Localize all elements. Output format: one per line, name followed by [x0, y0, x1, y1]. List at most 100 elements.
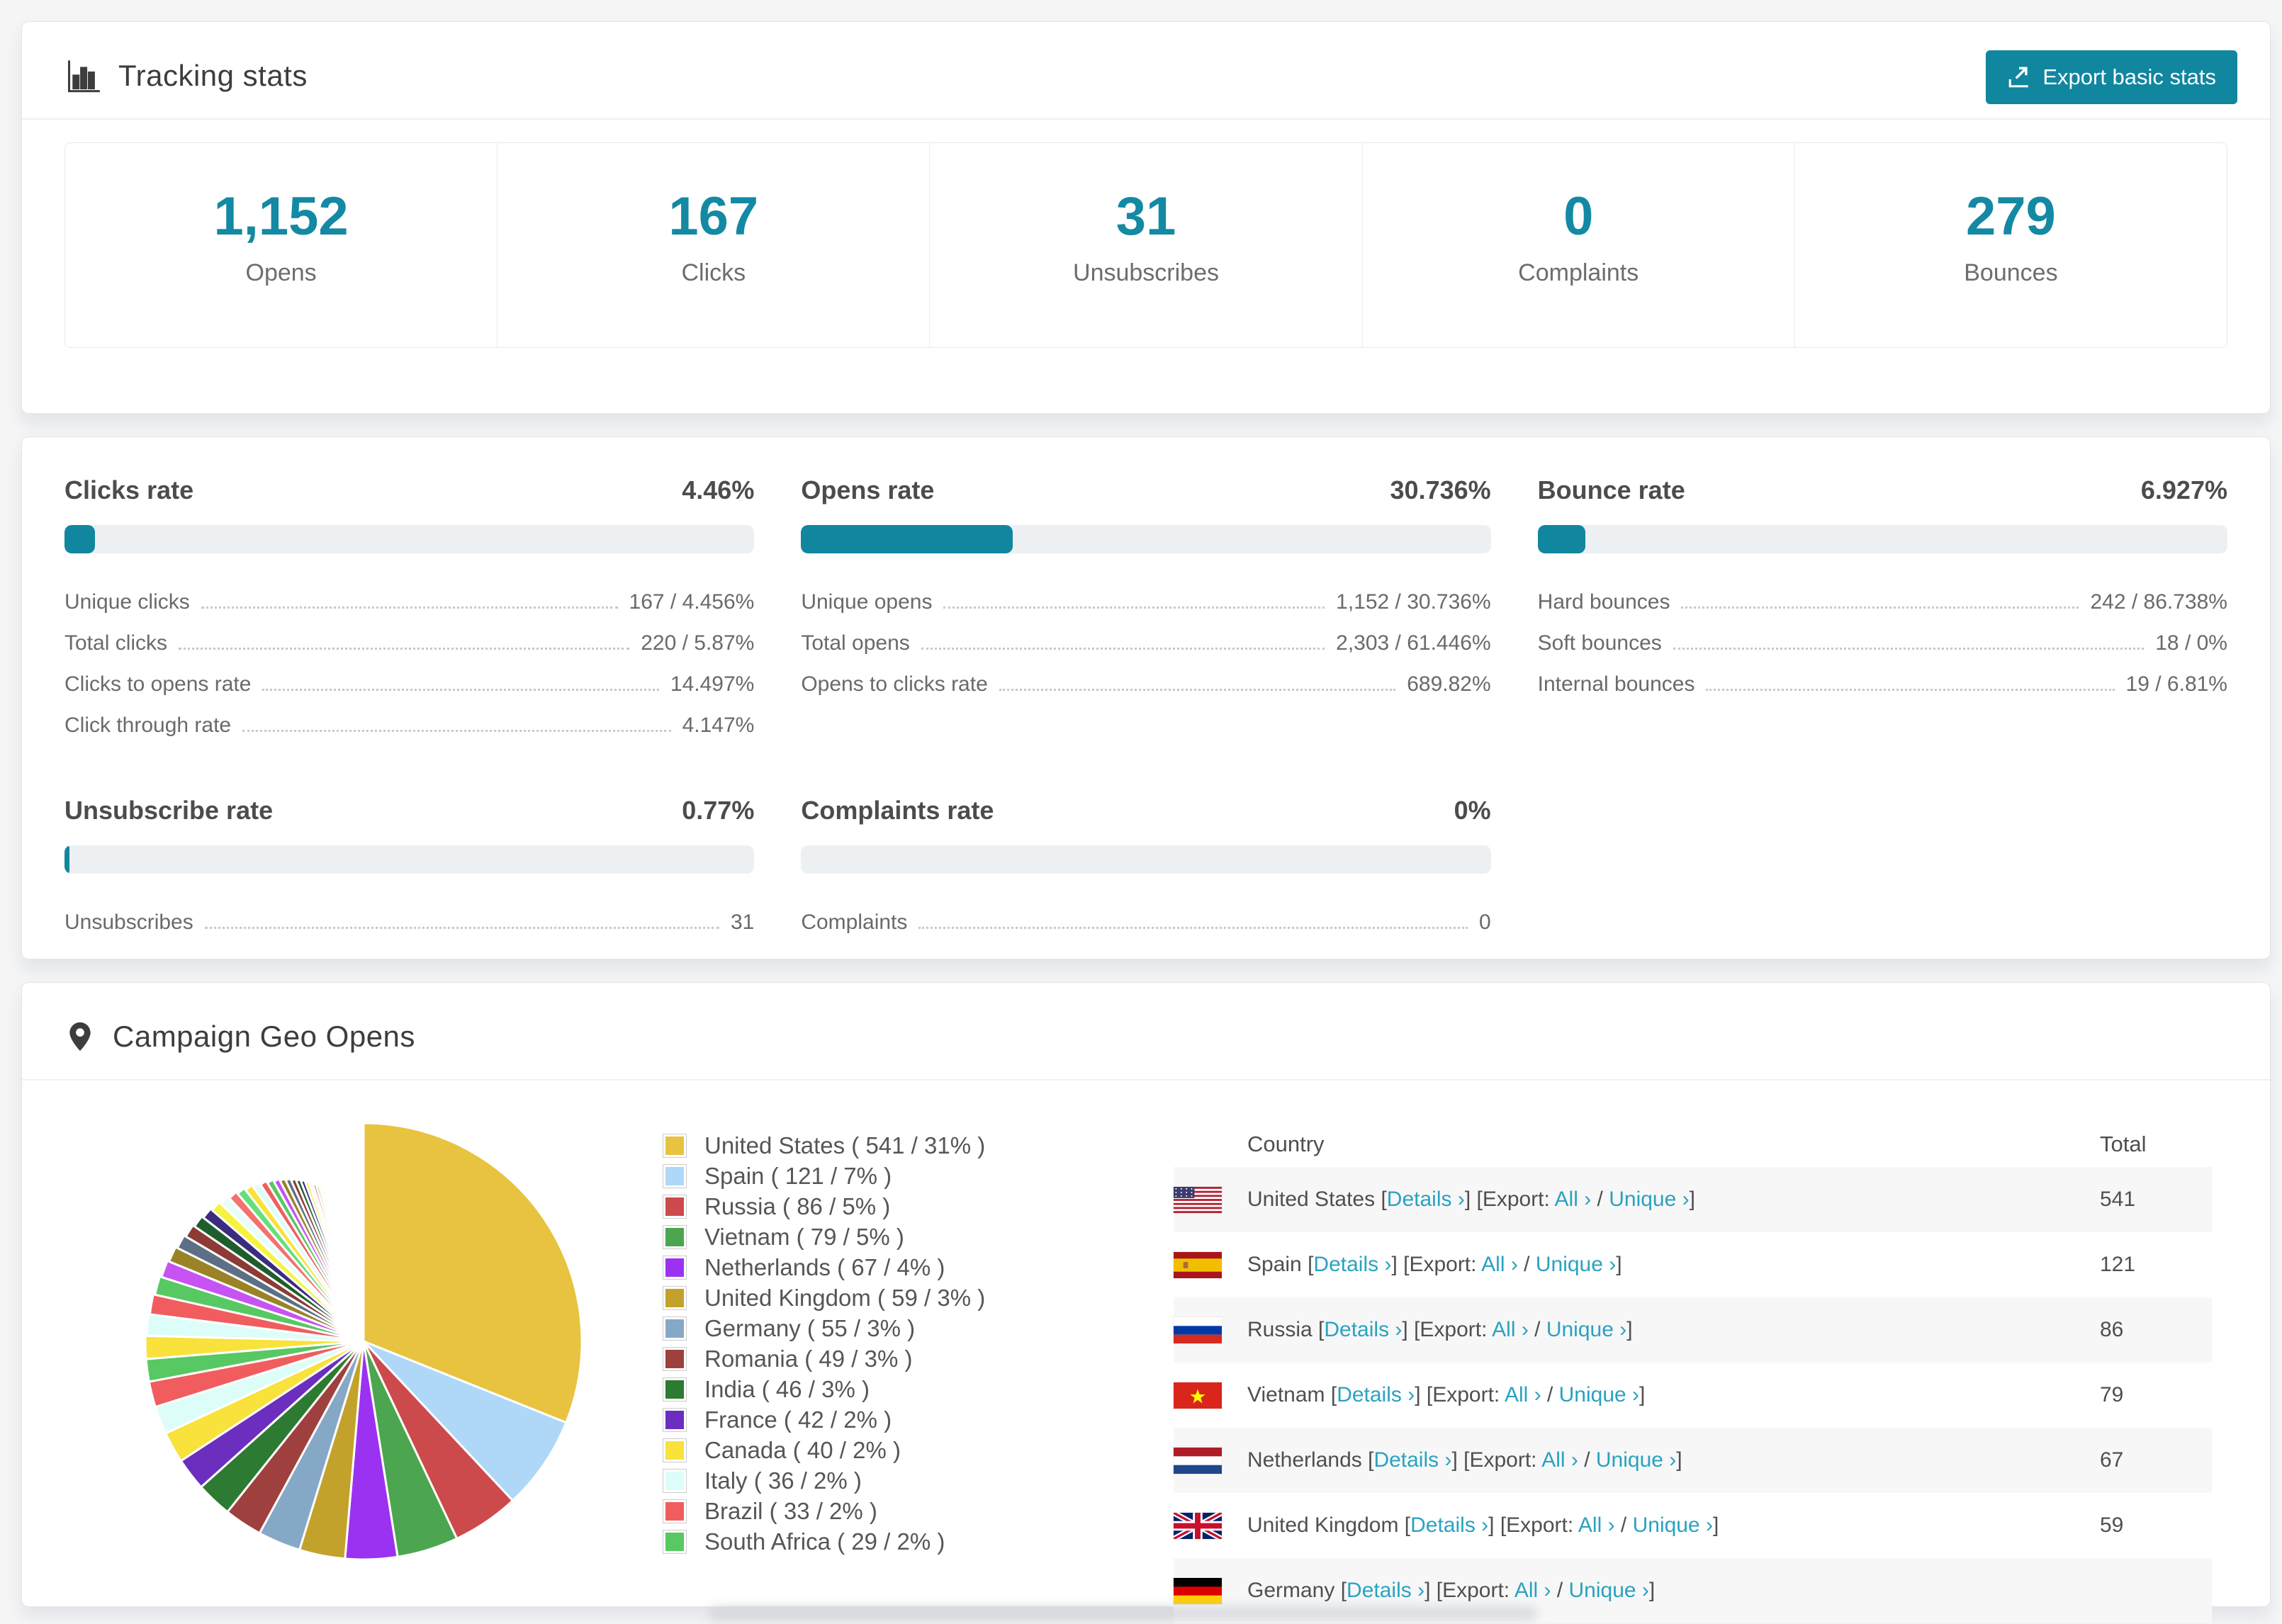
export-unique-link[interactable]: Unique › [1536, 1253, 1616, 1276]
rate-row-label: Internal bounces [1537, 672, 1695, 696]
rate-progress-bar [801, 525, 1491, 553]
legend-item[interactable]: Brazil ( 33 / 2% ) [663, 1496, 985, 1526]
details-link[interactable]: Details › [1324, 1318, 1402, 1341]
export-all-link[interactable]: All › [1505, 1383, 1541, 1406]
legend-swatch [663, 1499, 687, 1523]
page-title: Tracking stats [118, 59, 308, 92]
total-cell: 541 [2100, 1188, 2136, 1211]
legend-item[interactable]: South Africa ( 29 / 2% ) [663, 1526, 985, 1557]
rate-value: 0% [1454, 796, 1491, 825]
legend-item[interactable]: India ( 46 / 3% ) [663, 1374, 985, 1404]
country-name: Spain [Details ›] [Export: All › / Uniqu… [1247, 1253, 1622, 1276]
flag-vn [1174, 1382, 1222, 1409]
legend-label: Italy ( 36 / 2% ) [704, 1467, 862, 1494]
legend-swatch [663, 1163, 687, 1188]
country-cell: Spain [Details ›] [Export: All › / Uniqu… [1174, 1251, 2100, 1278]
export-all-link[interactable]: All › [1514, 1579, 1551, 1602]
rate-row: Unique clicks 167 / 4.456% [64, 576, 754, 617]
total-cell: 59 [2100, 1513, 2124, 1537]
tracking-stats-header: Tracking stats Export basic stats [22, 22, 2270, 120]
legend-label: Romania ( 49 / 3% ) [704, 1345, 913, 1372]
rate-row-value: 1,152 / 30.736% [1336, 590, 1491, 614]
summary-label: Clicks [681, 259, 746, 286]
legend-item[interactable]: United States ( 541 / 31% ) [663, 1130, 985, 1161]
export-unique-link[interactable]: Unique › [1546, 1318, 1626, 1341]
rate-row-label: Unique clicks [64, 590, 190, 614]
rate-row-label: Clicks to opens rate [64, 672, 252, 696]
rate-progress-bar [64, 845, 755, 874]
rate-progress-bar [801, 845, 1491, 874]
summary-value: 1,152 [213, 186, 349, 247]
dotted-leader [918, 927, 1468, 929]
export-unique-link[interactable]: Unique › [1596, 1448, 1676, 1472]
column-header-total: Total [2100, 1132, 2147, 1156]
legend-label: Brazil ( 33 / 2% ) [704, 1497, 877, 1524]
legend-item[interactable]: Spain ( 121 / 7% ) [663, 1161, 985, 1191]
export-unique-link[interactable]: Unique › [1559, 1383, 1639, 1406]
flag-gb [1174, 1512, 1222, 1539]
rate-row-label: Complaints [801, 910, 908, 934]
rates-grid: Clicks rate 4.46% Unique clicks 167 / 4.456… [22, 437, 2270, 980]
details-link[interactable]: Details › [1337, 1383, 1415, 1406]
rate-value: 0.77% [682, 796, 755, 825]
legend-item[interactable]: Romania ( 49 / 3% ) [663, 1343, 985, 1374]
rate-block-unsubscribe-rate: Unsubscribe rate 0.77% Unsubscribes 31 [64, 796, 755, 937]
country-cell: Vietnam [Details ›] [Export: All › / Uni… [1174, 1382, 2100, 1409]
legend-label: Germany ( 55 / 3% ) [704, 1314, 916, 1341]
rate-progress-fill [64, 845, 70, 874]
dotted-leader [921, 648, 1325, 650]
rate-head: Bounce rate 6.927% [1538, 475, 2227, 505]
rate-rows: Complaints 0 [801, 896, 1490, 937]
details-link[interactable]: Details › [1410, 1513, 1488, 1537]
rate-head: Clicks rate 4.46% [64, 475, 754, 505]
legend-label: Russia ( 86 / 5% ) [704, 1192, 891, 1219]
rate-title: Complaints rate [801, 796, 994, 825]
legend-item[interactable]: Canada ( 40 / 2% ) [663, 1435, 985, 1465]
rate-rows: Unique clicks 167 / 4.456% Total clicks 220… [64, 576, 754, 740]
legend-swatch [663, 1316, 687, 1341]
map-pin-icon [69, 1022, 91, 1051]
rate-value: 6.927% [2140, 475, 2227, 504]
rate-row: Unique opens 1,152 / 30.736% [801, 576, 1490, 617]
summary-cell-opens: 1,152 Opens [65, 143, 498, 347]
export-basic-stats-button[interactable]: Export basic stats [1986, 50, 2237, 104]
dotted-leader [1673, 648, 2145, 650]
table-row: United States [Details ›] [Export: All ›… [1174, 1167, 2212, 1232]
legend-item[interactable]: Russia ( 86 / 5% ) [663, 1191, 985, 1222]
rate-head: Unsubscribe rate 0.77% [64, 796, 754, 825]
legend-item[interactable]: United Kingdom ( 59 / 3% ) [663, 1282, 985, 1313]
legend-item[interactable]: Netherlands ( 67 / 4% ) [663, 1252, 985, 1282]
details-link[interactable]: Details › [1313, 1253, 1391, 1276]
details-link[interactable]: Details › [1347, 1579, 1424, 1602]
legend-item[interactable]: Germany ( 55 / 3% ) [663, 1313, 985, 1343]
export-all-link[interactable]: All › [1578, 1513, 1615, 1537]
country-name: United States [Details ›] [Export: All ›… [1247, 1188, 1695, 1211]
rate-head: Complaints rate 0% [801, 796, 1490, 825]
dotted-leader [943, 607, 1325, 609]
dotted-leader [201, 607, 618, 609]
horizontal-scrollbar[interactable] [709, 1606, 1538, 1621]
legend-item[interactable]: France ( 42 / 2% ) [663, 1404, 985, 1435]
legend-item[interactable]: Vietnam ( 79 / 5% ) [663, 1222, 985, 1252]
legend-label: South Africa ( 29 / 2% ) [704, 1528, 945, 1555]
rate-row: Complaints 0 [801, 896, 1490, 937]
dotted-leader [179, 648, 630, 650]
export-all-link[interactable]: All › [1481, 1253, 1518, 1276]
export-unique-link[interactable]: Unique › [1609, 1188, 1689, 1211]
legend-item[interactable]: Italy ( 36 / 2% ) [663, 1465, 985, 1496]
rate-row-label: Hard bounces [1537, 590, 1670, 614]
export-unique-link[interactable]: Unique › [1633, 1513, 1713, 1537]
rate-block-bounce-rate: Bounce rate 6.927% Hard bounces 242 / 86.73… [1537, 475, 2227, 740]
summary-cell-unsubscribes: 31 Unsubscribes [930, 143, 1363, 347]
export-all-link[interactable]: All › [1492, 1318, 1529, 1341]
details-link[interactable]: Details › [1387, 1188, 1465, 1211]
export-unique-link[interactable]: Unique › [1569, 1579, 1649, 1602]
rate-block-opens-rate: Opens rate 30.736% Unique opens 1,152 / 30.… [801, 475, 1491, 740]
bar-chart-icon [67, 60, 100, 93]
rate-row: Total opens 2,303 / 61.446% [801, 617, 1490, 658]
details-link[interactable]: Details › [1373, 1448, 1451, 1472]
export-all-link[interactable]: All › [1541, 1448, 1578, 1472]
export-all-link[interactable]: All › [1555, 1188, 1592, 1211]
table-row: United Kingdom [Details ›] [Export: All … [1174, 1493, 2212, 1558]
rate-row: Clicks to opens rate 14.497% [64, 658, 754, 699]
